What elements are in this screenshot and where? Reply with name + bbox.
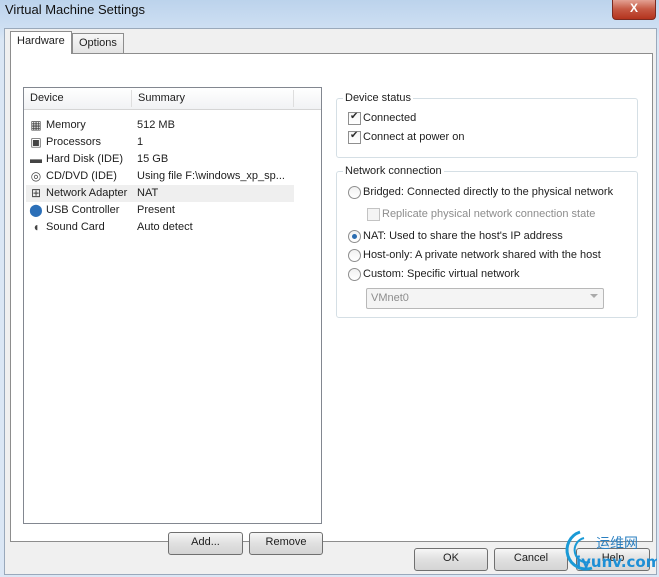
hard-disk-icon: ▬ (30, 152, 42, 166)
dialog-client-area: Hardware Options Device Summary ▦ Memory… (4, 28, 657, 575)
vm-settings-window: Virtual Machine Settings X Hardware Opti… (0, 0, 659, 577)
connected-checkbox[interactable] (348, 111, 361, 125)
column-header-device[interactable]: Device (25, 88, 64, 109)
usb-icon: ⬤ (29, 203, 43, 217)
connect-power-on-label[interactable]: Connect at power on (363, 131, 465, 143)
remove-button[interactable]: Remove (249, 532, 323, 555)
hardware-panel: Device Summary ▦ Memory 512 MB ▣ Process… (10, 53, 653, 555)
device-summary: Using file F:\windows_xp_sp... (137, 170, 285, 182)
device-name: Sound Card (46, 221, 105, 233)
device-row-hard-disk[interactable]: ▬ Hard Disk (IDE) 15 GB (26, 151, 294, 168)
tab-hardware[interactable]: Hardware (10, 31, 72, 54)
connect-power-on-checkbox[interactable] (348, 130, 361, 144)
device-summary: 1 (137, 136, 144, 148)
list-header: Device Summary (24, 88, 321, 110)
cd-dvd-icon: ◎ (30, 169, 42, 183)
ok-button[interactable]: OK (414, 548, 488, 571)
device-name: USB Controller (46, 204, 120, 216)
host-only-label[interactable]: Host-only: A private network shared with… (363, 249, 601, 261)
device-summary: 15 GB (137, 153, 169, 165)
close-button[interactable]: X (612, 0, 656, 20)
device-name: Network Adapter (46, 187, 128, 199)
device-row-cd-dvd[interactable]: ◎ CD/DVD (IDE) Using file F:\windows_xp_… (26, 168, 294, 185)
device-row-usb-controller[interactable]: ⬤ USB Controller Present (26, 202, 294, 219)
nat-radio[interactable] (348, 230, 361, 243)
network-connection-legend: Network connection (343, 165, 444, 177)
device-row-network-adapter[interactable]: ⊞ Network Adapter NAT (26, 185, 294, 202)
device-summary: NAT (137, 187, 159, 199)
bridged-label[interactable]: Bridged: Connected directly to the physi… (363, 186, 613, 198)
sound-icon: ◖ (32, 220, 40, 234)
column-divider[interactable] (131, 90, 132, 107)
replicate-state-label[interactable]: Replicate physical network connection st… (382, 208, 595, 220)
vmnet-value: VMnet0 (371, 292, 409, 304)
window-title: Virtual Machine Settings (5, 2, 145, 17)
device-status-group: Device status Connected Connect at power… (336, 92, 638, 158)
vmnet-dropdown[interactable]: VMnet0 (366, 288, 604, 309)
column-divider[interactable] (293, 90, 294, 107)
device-name: Processors (46, 136, 102, 148)
device-name: Memory (46, 119, 86, 131)
network-adapter-icon: ⊞ (30, 186, 42, 200)
device-summary: Auto detect (137, 221, 193, 233)
device-name: CD/DVD (IDE) (46, 170, 117, 182)
nat-label[interactable]: NAT: Used to share the host's IP address (363, 230, 563, 242)
device-summary: Present (137, 204, 175, 216)
title-bar[interactable]: Virtual Machine Settings X (0, 0, 659, 22)
replicate-state-checkbox[interactable] (367, 208, 380, 221)
connected-label[interactable]: Connected (363, 112, 416, 124)
tab-options[interactable]: Options (72, 33, 124, 53)
device-row-sound-card[interactable]: ◖ Sound Card Auto detect (26, 219, 294, 236)
custom-label[interactable]: Custom: Specific virtual network (363, 268, 520, 280)
network-connection-group: Network connection Bridged: Connected di… (336, 165, 638, 318)
device-row-memory[interactable]: ▦ Memory 512 MB (26, 117, 294, 134)
device-row-processors[interactable]: ▣ Processors 1 (26, 134, 294, 151)
cancel-button[interactable]: Cancel (494, 548, 568, 571)
device-name: Hard Disk (IDE) (46, 153, 124, 165)
column-header-summary[interactable]: Summary (133, 88, 185, 109)
watermark-logo: 运维网 iyunv.com (565, 530, 657, 571)
device-summary: 512 MB (137, 119, 175, 131)
device-list[interactable]: Device Summary ▦ Memory 512 MB ▣ Process… (23, 87, 322, 524)
processor-icon: ▣ (30, 135, 42, 149)
custom-radio[interactable] (348, 268, 361, 281)
chevron-down-icon (590, 294, 598, 298)
add-button[interactable]: Add... (168, 532, 243, 555)
watermark-url: iyunv.com (576, 553, 657, 571)
memory-icon: ▦ (30, 118, 42, 132)
bridged-radio[interactable] (348, 186, 361, 199)
host-only-radio[interactable] (348, 249, 361, 262)
device-status-legend: Device status (343, 92, 414, 104)
watermark-text: 运维网 (596, 536, 638, 552)
